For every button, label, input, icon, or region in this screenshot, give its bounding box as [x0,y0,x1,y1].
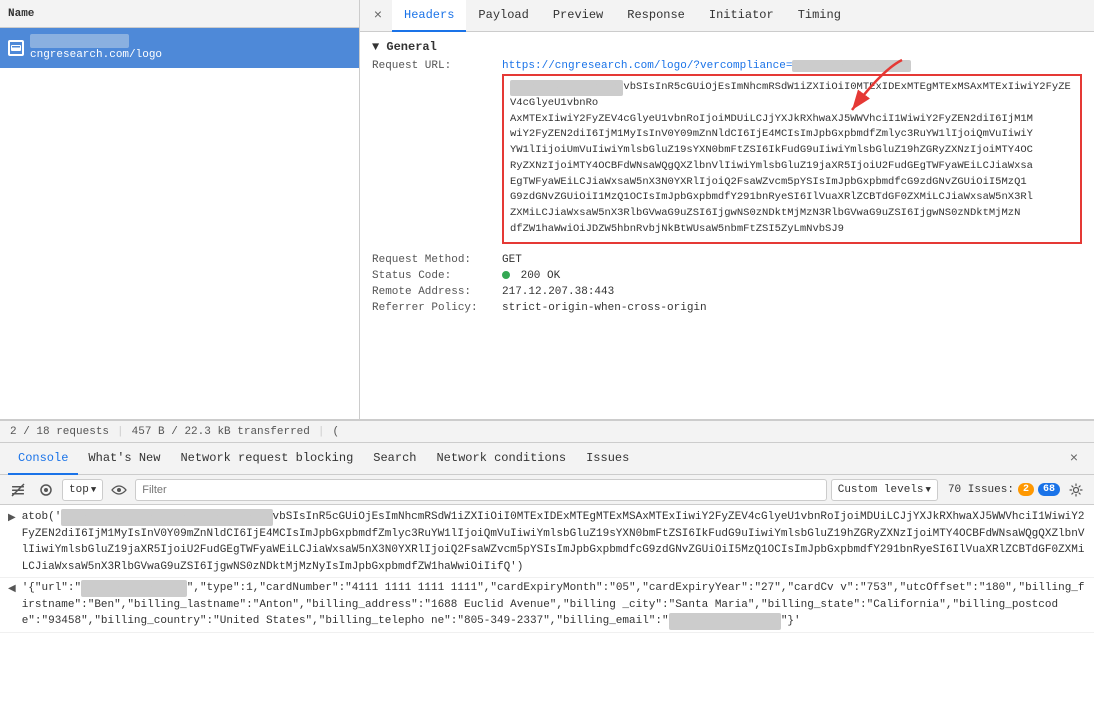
tab-initiator[interactable]: Initiator [697,0,786,32]
show-live-expressions-button[interactable] [107,478,131,502]
request-url-row: Request URL: https://cngresearch.com/log… [372,60,1082,246]
general-section-title: General [372,40,1082,54]
blurred-email: xxxxxxxxxxxxxxxxx [669,613,781,630]
bottom-tabs-bar: Console What's New Network request block… [0,443,1094,475]
status-extra: ( [332,426,339,438]
bottom-tab-network-conditions[interactable]: Network conditions [426,443,576,475]
custom-levels-button[interactable]: Custom levels ▼ [831,479,938,501]
referrer-policy-label: Referrer Policy: [372,302,502,314]
bottom-tab-whats-new[interactable]: What's New [78,443,170,475]
console-line[interactable]: ▶ atob('xxxxxxxxxxxxxxxxxxxxxxxxxxxxxxxx… [0,507,1094,578]
referrer-policy-row: Referrer Policy: strict-origin-when-cros… [372,302,1082,314]
network-item[interactable]: ?vercomplience= cngresearch.com/logo [0,28,359,68]
name-column-header: Name [0,0,359,28]
request-url-full-box: xxxxxxxxxxxxxxxxxxvbSIsInR5cGUiOjEsImNhc… [502,74,1082,244]
network-item-blurred: ?vercomplience= [30,34,129,48]
request-method-value: GET [502,254,522,266]
tab-timing[interactable]: Timing [786,0,853,32]
expand-icon-2[interactable]: ◀ [8,582,16,597]
blurred-value: xxxxxxxxxxxxxxxxxxxxxxxxxxxxxxxx [61,509,272,526]
tab-preview[interactable]: Preview [541,0,615,32]
settings-gear-button[interactable] [1064,478,1088,502]
status-dot-icon [502,271,510,279]
bottom-tab-search[interactable]: Search [363,443,426,475]
tabs-close-button[interactable]: × [364,0,392,32]
context-selector[interactable]: top ▼ [62,479,103,501]
chevron-down-icon-levels: ▼ [926,485,931,495]
remote-address-value: 217.12.207.38:443 [502,286,614,298]
request-method-label: Request Method: [372,254,502,266]
remote-address-label: Remote Address: [372,286,502,298]
issues-badge: 70 Issues: 2 68 [948,483,1060,496]
tab-response[interactable]: Response [615,0,697,32]
referrer-policy-value: strict-origin-when-cross-origin [502,302,707,314]
bottom-panel: Console What's New Network request block… [0,442,1094,717]
status-code-row: Status Code: 200 OK [372,270,1082,282]
network-item-icon [8,40,24,56]
status-code-label: Status Code: [372,270,502,282]
bottom-tab-network-blocking[interactable]: Network request blocking [170,443,363,475]
status-code-value: 200 OK [502,270,560,282]
top-panel: Name ?vercomplience= cngresearch.com/log… [0,0,1094,420]
blurred-url: xxxxxxxxxxxxxxxx [81,580,187,597]
right-panel: × Headers Payload Preview Response Initi… [360,0,1094,419]
clear-console-button[interactable] [6,478,30,502]
remote-address-row: Remote Address: 217.12.207.38:443 [372,286,1082,298]
tab-headers[interactable]: Headers [392,0,466,32]
request-url-short: https://cngresearch.com/logo/?vercomplia… [502,60,1082,72]
expand-icon[interactable]: ▶ [8,511,16,526]
headers-content: General Request URL: https://cngresearch… [360,32,1094,419]
status-bar: 2 / 18 requests | 457 B / 22.3 kB transf… [0,420,1094,442]
chevron-down-icon: ▼ [91,485,96,495]
request-url-value: https://cngresearch.com/logo/?vercomplia… [502,60,1082,246]
console-text-2: '{"url":"xxxxxxxxxxxxxxxx","type":1,"car… [22,580,1086,630]
bottom-panel-close-button[interactable]: × [1062,443,1086,475]
network-item-domain: cngresearch.com/logo [30,49,162,61]
tab-payload[interactable]: Payload [466,0,540,32]
console-filter-input[interactable] [135,479,827,501]
console-output: ▶ atob('xxxxxxxxxxxxxxxxxxxxxxxxxxxxxxxx… [0,505,1094,717]
request-url-label: Request URL: [372,60,502,246]
requests-count: 2 / 18 requests [10,426,109,438]
console-line[interactable]: ◀ '{"url":"xxxxxxxxxxxxxxxx","type":1,"c… [0,578,1094,633]
transferred-size: 457 B / 22.3 kB transferred [132,426,310,438]
bottom-tab-console[interactable]: Console [8,443,78,475]
details-tabs-bar: × Headers Payload Preview Response Initi… [360,0,1094,32]
console-toolbar: top ▼ Custom levels ▼ 70 Issues: 2 68 [0,475,1094,505]
blue-issues-count: 68 [1038,483,1060,496]
console-settings-button[interactable] [34,478,58,502]
bottom-tab-issues[interactable]: Issues [576,443,639,475]
left-panel: Name ?vercomplience= cngresearch.com/log… [0,0,360,419]
network-item-text: ?vercomplience= cngresearch.com/logo [30,34,162,63]
request-method-row: Request Method: GET [372,254,1082,266]
console-text: atob('xxxxxxxxxxxxxxxxxxxxxxxxxxxxxxxxvb… [22,509,1086,575]
orange-issues-count: 2 [1018,483,1034,496]
